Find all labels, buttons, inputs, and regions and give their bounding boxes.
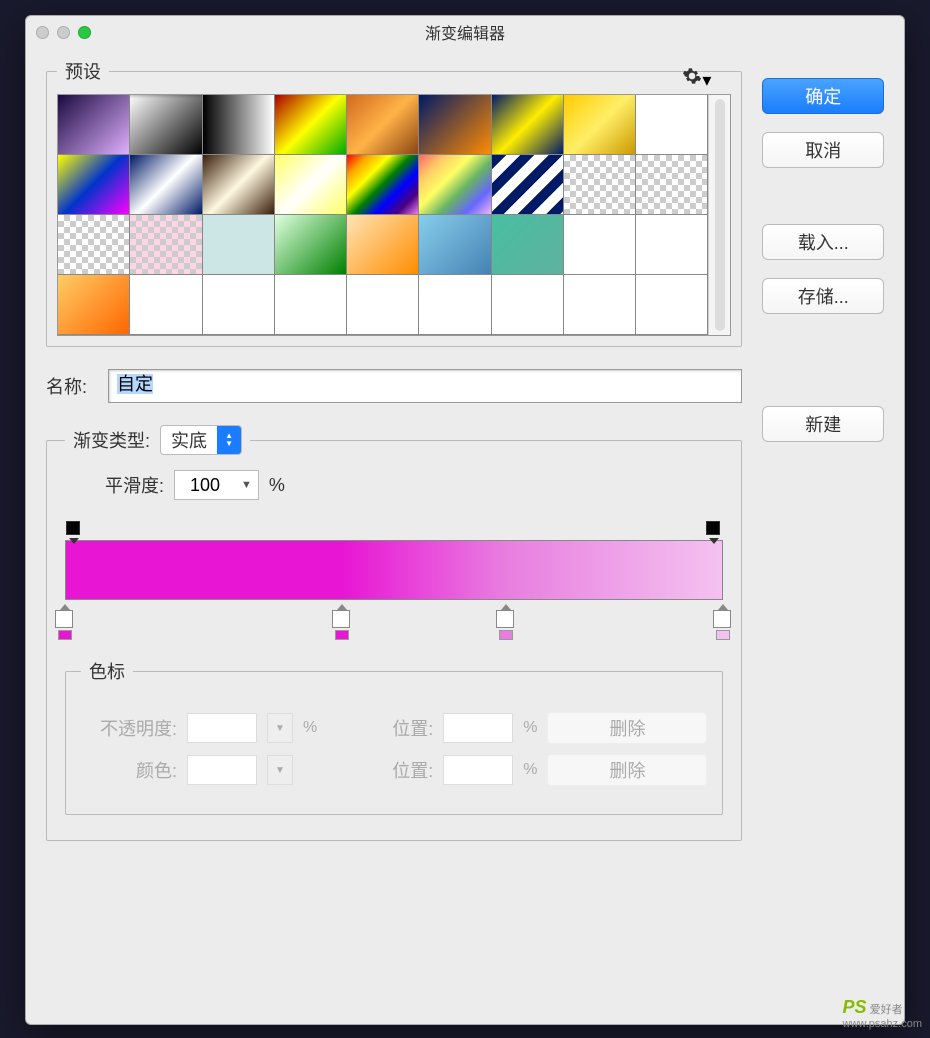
load-button[interactable]: 载入...: [762, 224, 884, 260]
preset-swatch-1[interactable]: [130, 95, 202, 155]
stops-legend: 色标: [81, 658, 133, 684]
preset-swatch-22[interactable]: [347, 215, 419, 275]
gradient-editor-dialog: 渐变编辑器 预设 ▾ 名称: 自定 渐变类型:: [25, 15, 905, 1025]
titlebar: 渐变编辑器: [26, 16, 904, 48]
opacity-position-value: [443, 713, 513, 743]
preset-swatch-11[interactable]: [203, 155, 275, 215]
button-column: 确定 取消 载入... 存储... 新建: [762, 58, 884, 841]
preset-swatch-9[interactable]: [58, 155, 130, 215]
preset-swatch-4[interactable]: [347, 95, 419, 155]
preset-swatch-7[interactable]: [564, 95, 636, 155]
preset-swatch-20[interactable]: [203, 215, 275, 275]
gradient-type-label: 渐变类型:: [73, 427, 150, 453]
color-position-value: [443, 755, 513, 785]
color-stop-0[interactable]: [55, 610, 75, 640]
preset-swatch-13[interactable]: [347, 155, 419, 215]
opacity-value: [187, 713, 257, 743]
chevron-down-icon: ▼: [267, 713, 293, 743]
preset-swatch-14[interactable]: [419, 155, 491, 215]
preset-swatch-15[interactable]: [492, 155, 564, 215]
preset-swatch-empty: [130, 275, 202, 335]
preset-swatch-17[interactable]: [636, 155, 708, 215]
color-stop-3[interactable]: [713, 610, 733, 640]
preset-swatch-0[interactable]: [58, 95, 130, 155]
new-button[interactable]: 新建: [762, 406, 884, 442]
preset-swatch-23[interactable]: [419, 215, 491, 275]
select-arrows-icon: ▲▼: [217, 425, 241, 455]
preset-swatch-24[interactable]: [492, 215, 564, 275]
preset-swatch-empty: [203, 275, 275, 335]
gradient-type-select[interactable]: 实底 ▲▼: [160, 425, 242, 455]
preset-swatch-empty: [492, 275, 564, 335]
window-title: 渐变编辑器: [26, 20, 904, 44]
opacity-stop-right[interactable]: [705, 520, 723, 538]
preset-swatch-26[interactable]: [636, 215, 708, 275]
ok-button[interactable]: 确定: [762, 78, 884, 114]
smoothness-input[interactable]: ▼: [174, 470, 259, 500]
preset-swatch-3[interactable]: [275, 95, 347, 155]
presets-grid: [57, 94, 731, 336]
preset-swatch-empty: [564, 275, 636, 335]
name-label: 名称:: [46, 373, 96, 399]
chevron-down-icon: ▼: [235, 479, 258, 491]
preset-swatch-6[interactable]: [492, 95, 564, 155]
color-row: 颜色: ▼ % 位置: % 删除: [81, 754, 707, 786]
preset-swatch-empty: [419, 275, 491, 335]
smoothness-label: 平滑度:: [105, 472, 164, 498]
position-label-2: 位置:: [337, 757, 433, 783]
color-stop-1[interactable]: [332, 610, 352, 640]
preset-swatch-21[interactable]: [275, 215, 347, 275]
gradient-bar[interactable]: [65, 540, 723, 600]
preset-swatch-19[interactable]: [130, 215, 202, 275]
delete-color-button: 删除: [547, 754, 707, 786]
preset-swatch-27[interactable]: [58, 275, 130, 335]
cancel-button[interactable]: 取消: [762, 132, 884, 168]
preset-swatch-5[interactable]: [419, 95, 491, 155]
gradient-type-fieldset: 渐变类型: 实底 ▲▼ 平滑度: ▼ %: [46, 425, 742, 841]
preset-swatch-empty: [636, 275, 708, 335]
position-label-1: 位置:: [337, 715, 433, 741]
presets-menu-icon[interactable]: ▾: [682, 66, 711, 91]
name-row: 名称: 自定: [46, 369, 742, 403]
save-button[interactable]: 存储...: [762, 278, 884, 314]
opacity-row: 不透明度: ▼ % 位置: % 删除: [81, 712, 707, 744]
preset-swatch-25[interactable]: [564, 215, 636, 275]
watermark: PS 爱好者 www.psahz.com: [843, 997, 922, 1030]
preset-swatch-12[interactable]: [275, 155, 347, 215]
name-input[interactable]: 自定: [108, 369, 742, 403]
presets-fieldset: 预设 ▾: [46, 58, 742, 347]
opacity-stop-left[interactable]: [65, 520, 83, 538]
preset-swatch-empty: [275, 275, 347, 335]
preset-swatch-2[interactable]: [203, 95, 275, 155]
preset-swatch-empty: [347, 275, 419, 335]
pct-label: %: [269, 475, 285, 496]
presets-legend: 预设: [57, 58, 109, 84]
chevron-down-icon: ▼: [267, 755, 293, 785]
preset-swatch-8[interactable]: [636, 95, 708, 155]
color-label: 颜色:: [81, 757, 177, 783]
preset-swatch-16[interactable]: [564, 155, 636, 215]
preset-swatch-18[interactable]: [58, 215, 130, 275]
color-value: [187, 755, 257, 785]
stops-fieldset: 色标 不透明度: ▼ % 位置: % 删除 颜色:: [65, 658, 723, 815]
color-stop-2[interactable]: [496, 610, 516, 640]
presets-scrollbar[interactable]: [708, 95, 730, 335]
opacity-label: 不透明度:: [81, 715, 177, 741]
gradient-preview-area: [65, 520, 723, 640]
delete-opacity-button: 删除: [547, 712, 707, 744]
preset-swatch-10[interactable]: [130, 155, 202, 215]
